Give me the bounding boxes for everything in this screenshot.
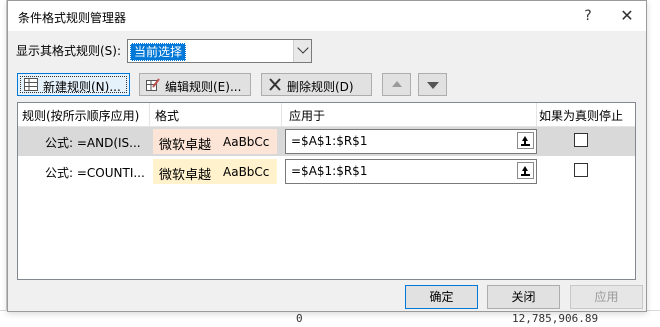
move-down-button[interactable] — [418, 73, 447, 96]
rule-description: 公式: =COUNTI... — [45, 166, 145, 180]
conditional-format-rules-dialog: 条件格式规则管理器 ? ✕ 显示其格式规则(S): 当前选择 新建规则(N)..… — [7, 0, 647, 312]
ok-button[interactable]: 确定 — [405, 285, 478, 309]
applies-to-field[interactable]: =$A$1:$R$1 — [285, 129, 537, 154]
header-format: 格式 — [155, 109, 180, 123]
scope-label: 显示其格式规则(S): — [16, 44, 122, 58]
format-preview-en: AaBbCc — [223, 165, 270, 179]
scope-select[interactable]: 当前选择 — [127, 39, 312, 63]
rule-row[interactable]: 公式: =COUNTI... 微软卓越 AaBbCc =$A$1:$R$1 — [18, 157, 635, 186]
header-rule: 规则(按所示顺序应用) — [22, 109, 140, 123]
sheet-right-column — [646, 0, 660, 326]
stop-if-true-checkbox[interactable] — [574, 163, 588, 177]
edit-rule-icon — [146, 78, 160, 91]
delete-rule-label: 删除规则(D) — [287, 80, 354, 94]
rules-grid: 规则(按所示顺序应用) 格式 应用于 如果为真则停止 公式: =AND(IS..… — [17, 102, 636, 280]
format-preview: 微软卓越 AaBbCc — [153, 159, 277, 184]
applies-to-value: =$A$1:$R$1 — [291, 134, 368, 148]
close-icon[interactable]: ✕ — [615, 6, 639, 26]
close-button[interactable]: 关闭 — [487, 285, 560, 309]
new-rule-icon — [24, 78, 38, 91]
format-preview: 微软卓越 AaBbCc — [153, 129, 277, 154]
delete-icon — [269, 78, 281, 91]
grid-header: 规则(按所示顺序应用) 格式 应用于 如果为真则停止 — [18, 103, 635, 127]
move-up-button[interactable] — [382, 73, 411, 96]
sheet-left-column — [0, 0, 7, 326]
format-preview-zh: 微软卓越 — [159, 168, 212, 183]
sheet-cell-value: 0 — [296, 312, 303, 325]
format-preview-zh: 微软卓越 — [159, 138, 212, 153]
format-preview-en: AaBbCc — [223, 135, 270, 149]
help-button[interactable]: ? — [576, 6, 600, 26]
arrow-down-icon — [427, 82, 439, 89]
arrow-up-icon — [392, 81, 402, 87]
apply-button[interactable]: 应用 — [570, 285, 643, 309]
delete-rule-button[interactable]: 删除规则(D) — [261, 73, 372, 96]
rule-row[interactable]: 公式: =AND(IS... 微软卓越 AaBbCc =$A$1:$R$1 — [18, 127, 635, 156]
rule-description: 公式: =AND(IS... — [45, 136, 141, 150]
new-rule-label: 新建规则(N)... — [43, 80, 121, 94]
applies-to-field[interactable]: =$A$1:$R$1 — [285, 159, 537, 184]
chevron-down-icon[interactable] — [293, 40, 311, 62]
edit-rule-button[interactable]: 编辑规则(E)... — [139, 73, 251, 96]
title-bar: 条件格式规则管理器 ? ✕ — [8, 1, 646, 31]
stop-if-true-checkbox[interactable] — [574, 133, 588, 147]
applies-to-value: =$A$1:$R$1 — [291, 164, 368, 178]
sheet-cell-value: 12,785,906.89 — [512, 312, 599, 325]
edit-rule-label: 编辑规则(E)... — [165, 80, 242, 94]
header-stop-if-true: 如果为真则停止 — [539, 109, 624, 123]
header-applies-to: 应用于 — [289, 109, 326, 123]
range-picker-icon[interactable] — [517, 162, 534, 179]
new-rule-button[interactable]: 新建规则(N)... — [17, 73, 130, 96]
range-picker-icon[interactable] — [517, 132, 534, 149]
scope-selected-value: 当前选择 — [130, 43, 187, 61]
dialog-title: 条件格式规则管理器 — [18, 11, 127, 25]
